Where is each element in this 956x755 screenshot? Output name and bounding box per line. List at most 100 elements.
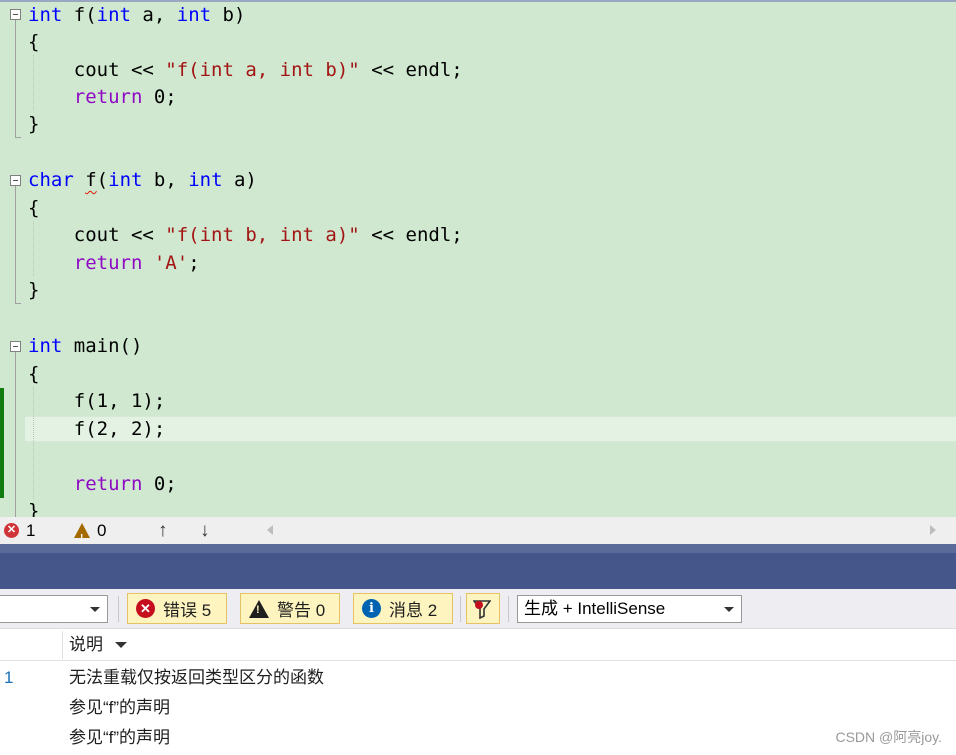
line-brace-open-2[interactable]: { xyxy=(28,195,39,222)
line-call-2[interactable]: f(2, 2); xyxy=(28,416,166,443)
code-token: int xyxy=(28,4,63,26)
table-row[interactable]: 参见“f”的声明 xyxy=(0,693,956,723)
code-token: int xyxy=(108,169,143,191)
code-editor[interactable]: int f(int a, int b){ cout << "f(int a, i… xyxy=(0,0,956,517)
code-token: 0; xyxy=(142,473,177,495)
column-header-label: 说明 xyxy=(69,635,103,654)
code-token: char xyxy=(28,169,74,191)
messages-filter-button[interactable]: i 消息 2 xyxy=(353,593,453,624)
sort-down-icon xyxy=(115,642,127,648)
code-token: a) xyxy=(222,169,257,191)
toolbar-divider xyxy=(118,596,119,622)
code-token: } xyxy=(28,279,40,301)
line-call-1[interactable]: f(1, 1); xyxy=(28,388,166,415)
filter-icon xyxy=(473,599,491,619)
toolbar-divider xyxy=(460,596,461,622)
warning-icon xyxy=(74,523,90,552)
code-token: b, xyxy=(142,169,189,191)
line-brace-close-2[interactable]: } xyxy=(28,277,39,304)
table-row[interactable]: 参见“f”的声明 xyxy=(0,723,956,753)
warnings-filter-label: 警告 0 xyxy=(277,601,326,620)
code-token: cout << xyxy=(28,59,166,81)
next-issue-arrow-icon[interactable]: ↓ xyxy=(200,517,210,544)
code-token: f( xyxy=(62,4,97,26)
errors-filter-button[interactable]: ✕ 错误 5 xyxy=(127,593,227,624)
line-cout-2[interactable]: cout << "f(int b, int a)" << endl; xyxy=(28,222,463,249)
line-char-f-ba[interactable]: char f(int b, int a) xyxy=(28,167,257,194)
messages-filter-label: 消息 2 xyxy=(389,601,438,620)
error-list-toolbar: ✕ 错误 5 警告 0 i 消息 2 生成 + IntelliSense xyxy=(0,589,956,629)
watermark: CSDN @阿亮joy. xyxy=(835,729,942,745)
warning-icon xyxy=(249,599,269,618)
toolbar-divider xyxy=(508,596,509,622)
scroll-left-icon[interactable] xyxy=(267,525,273,535)
source-dropdown[interactable]: 生成 + IntelliSense xyxy=(517,595,742,623)
error-icon: ✕ xyxy=(136,599,155,618)
change-marker xyxy=(0,388,4,498)
column-header-description[interactable]: 说明 xyxy=(69,629,127,661)
errors-filter-label: 错误 5 xyxy=(163,601,212,620)
previous-issue-arrow-icon[interactable]: ↑ xyxy=(158,517,168,544)
code-token: main() xyxy=(62,335,143,357)
collapse-icon[interactable] xyxy=(10,9,21,20)
line-brace-close-1[interactable]: } xyxy=(28,111,39,138)
code-token: cout << xyxy=(28,224,166,246)
line-cout-1[interactable]: cout << "f(int a, int b)" << endl; xyxy=(28,57,463,84)
line-return-2[interactable]: return 'A'; xyxy=(28,250,200,277)
scroll-right-icon[interactable] xyxy=(930,525,936,535)
warning-count[interactable]: 0 xyxy=(74,517,107,552)
outline-line xyxy=(15,20,16,137)
code-token: a, xyxy=(130,4,177,26)
table-row[interactable]: 1 无法重载仅按返回类型区分的函数 xyxy=(0,663,956,693)
code-token: int xyxy=(176,4,212,26)
warnings-filter-button[interactable]: 警告 0 xyxy=(240,593,340,624)
code-token: int xyxy=(188,169,223,191)
chevron-down-icon xyxy=(724,607,734,612)
code-token: return xyxy=(73,86,143,108)
info-icon: i xyxy=(362,599,381,618)
code-token: int xyxy=(28,335,63,357)
line-brace-open-1[interactable]: { xyxy=(28,29,39,56)
code-token: b) xyxy=(211,4,246,26)
row-description: 参见“f”的声明 xyxy=(69,698,171,717)
outline-line xyxy=(15,352,16,517)
filter-button[interactable] xyxy=(466,593,500,624)
column-divider[interactable] xyxy=(62,631,63,659)
error-list: 说明 1 无法重载仅按返回类型区分的函数 参见“f”的声明 参见“f”的声明 C… xyxy=(0,629,956,755)
collapse-icon[interactable] xyxy=(10,175,21,186)
code-token: { xyxy=(28,363,40,385)
code-token: int xyxy=(96,4,131,26)
error-count[interactable]: ✕ 1 xyxy=(4,517,35,544)
panel-title-bar xyxy=(0,544,956,589)
line-return-3[interactable]: return 0; xyxy=(28,471,177,498)
outline-line xyxy=(15,186,16,303)
line-brace-close-3[interactable]: } xyxy=(28,498,39,517)
row-description: 参见“f”的声明 xyxy=(69,728,171,747)
line-int-f-ab[interactable]: int f(int a, int b) xyxy=(28,2,245,29)
scope-dropdown[interactable] xyxy=(0,595,108,623)
line-int-main[interactable]: int main() xyxy=(28,333,142,360)
code-token: } xyxy=(28,500,40,517)
code-token: f(1, 1); xyxy=(28,390,166,412)
row-description: 无法重载仅按返回类型区分的函数 xyxy=(69,668,324,687)
code-token: return xyxy=(73,252,143,274)
code-token: "f(int b, int a)" xyxy=(165,224,360,246)
outline-end xyxy=(15,303,21,304)
code-token: ( xyxy=(96,169,109,191)
code-token: 'A' xyxy=(153,252,189,274)
line-brace-open-3[interactable]: { xyxy=(28,361,39,388)
warning-count-value: 0 xyxy=(97,521,107,540)
code-token: << endl; xyxy=(359,224,463,246)
code-token: f(2, 2); xyxy=(28,418,166,440)
outline-end xyxy=(15,137,21,138)
code-token: ; xyxy=(188,252,200,274)
line-return-1[interactable]: return 0; xyxy=(28,84,177,111)
source-dropdown-value: 生成 + IntelliSense xyxy=(524,599,666,618)
collapse-icon[interactable] xyxy=(10,341,21,352)
error-list-header: 说明 xyxy=(0,629,956,661)
